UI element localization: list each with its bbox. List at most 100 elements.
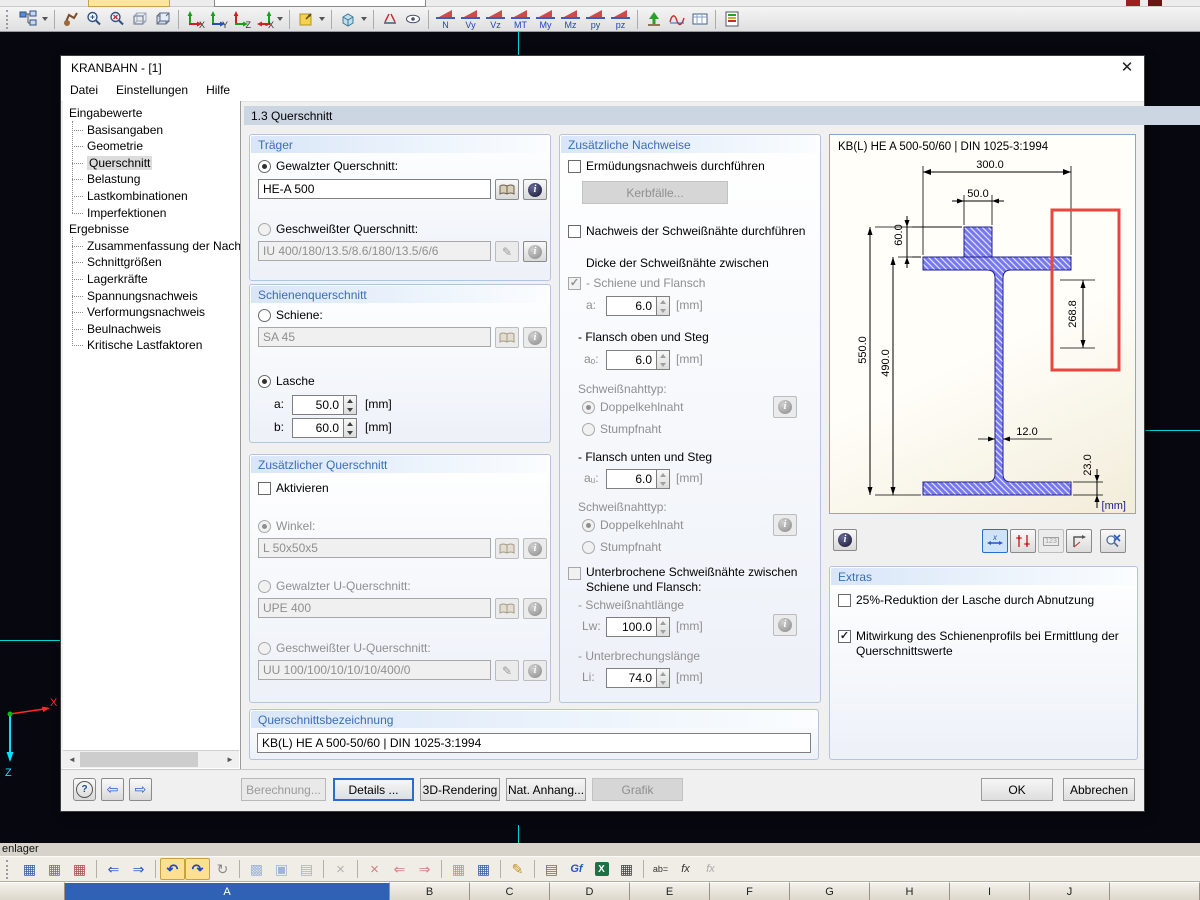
tree-item-imperfektionen[interactable]: Imperfektionen (63, 205, 240, 222)
select-table-icon[interactable]: ▦ (446, 858, 471, 880)
chevron-down-icon[interactable] (361, 17, 367, 21)
view-z-icon[interactable]: Z (229, 8, 252, 30)
view-table-icon[interactable]: ▦ (471, 858, 496, 880)
lasche-a-stepper[interactable] (344, 395, 357, 415)
rolled-section-radio[interactable] (258, 160, 271, 173)
scrollbar-thumb[interactable] (80, 752, 198, 767)
column-header-d[interactable]: D (550, 882, 630, 900)
weld-check-checkbox[interactable] (568, 225, 581, 238)
cancel-button[interactable]: Abbrechen (1063, 778, 1135, 801)
details-button[interactable]: Details ... (333, 778, 414, 801)
visibility-icon[interactable] (401, 8, 424, 30)
notebook-icon[interactable]: ▤ (539, 858, 564, 880)
tree-item-basisangaben[interactable]: Basisangaben (63, 122, 240, 139)
graph-export-icon[interactable]: Gf (564, 858, 589, 880)
abc-rename-icon[interactable]: ab= (648, 858, 673, 880)
table-window-title[interactable]: enlager (0, 843, 1200, 856)
tree-hscrollbar[interactable]: ◄ ► (63, 750, 239, 768)
result-py-icon[interactable]: py (583, 8, 608, 30)
column-header-i[interactable]: I (950, 882, 1030, 900)
undo-icon[interactable]: ↶ (160, 858, 185, 880)
3d-rendering-icon[interactable] (336, 8, 359, 30)
dimension-angle-button[interactable] (1066, 529, 1092, 553)
calculator-icon[interactable]: ▦ (614, 858, 639, 880)
view-minus-x-icon[interactable]: -X (252, 8, 275, 30)
view-x-icon[interactable]: X (183, 8, 206, 30)
rail-contribution-checkbox[interactable]: ✓ (838, 630, 851, 643)
tree-item-lastkombinationen[interactable]: Lastkombinationen (63, 188, 240, 205)
perspective-view-icon[interactable] (151, 8, 174, 30)
result-mz-icon[interactable]: Mz (558, 8, 583, 30)
result-vz-icon[interactable]: Vz (483, 8, 508, 30)
dialog-titlebar[interactable]: KRANBAHN - [1] ✕ (61, 56, 1144, 79)
column-header-f[interactable]: F (710, 882, 790, 900)
tree-item-verformungsnachweis[interactable]: Verformungsnachweis (63, 304, 240, 321)
lasche-a-field[interactable]: 50.0 (292, 395, 344, 415)
lasche-b-stepper[interactable] (344, 418, 357, 438)
redo-icon[interactable]: ↷ (185, 858, 210, 880)
tree-item-belastung[interactable]: Belastung (63, 171, 240, 188)
chevron-down-icon[interactable] (319, 17, 325, 21)
lasche-b-field[interactable]: 60.0 (292, 418, 344, 438)
corner-cell[interactable] (0, 882, 65, 900)
zoom-in-icon[interactable] (82, 8, 105, 30)
new-model-icon[interactable] (17, 8, 40, 30)
help-button[interactable]: ? (73, 778, 96, 801)
result-pz-icon[interactable]: pz (608, 8, 633, 30)
fatigue-checkbox[interactable] (568, 160, 581, 173)
tree-item-zusammenfassung[interactable]: Zusammenfassung der Nachweise (63, 238, 240, 255)
aktivieren-checkbox[interactable] (258, 482, 271, 495)
bezeichnung-field[interactable]: KB(L) HE A 500-50/60 | DIN 1025-3:1994 (257, 733, 811, 753)
tree-item-querschnitt[interactable]: Querschnitt (63, 155, 240, 172)
render-icon[interactable] (59, 8, 82, 30)
tree-root-eingabewerte[interactable]: Eingabewerte (63, 105, 240, 122)
column-header-a[interactable]: A (65, 882, 390, 900)
menu-einstellungen[interactable]: Einstellungen (107, 83, 197, 97)
reduction-checkbox[interactable] (838, 594, 851, 607)
rendering-button[interactable]: 3D-Rendering (420, 778, 500, 801)
column-header-e[interactable]: E (630, 882, 710, 900)
scroll-left-icon[interactable]: ◄ (64, 752, 80, 767)
tree-item-beulnachweis[interactable]: Beulnachweis (63, 321, 240, 338)
next-table-icon[interactable]: ⇒ (126, 858, 151, 880)
column-header-b[interactable]: B (390, 882, 470, 900)
dimension-vertical-button[interactable] (1010, 529, 1036, 553)
rolled-section-field[interactable]: HE-A 500 (258, 179, 491, 199)
ok-button[interactable]: OK (981, 778, 1053, 801)
nav-forward-button[interactable]: ⇨ (129, 778, 152, 801)
isometric-view-icon[interactable] (128, 8, 151, 30)
info-button[interactable]: i (833, 529, 857, 551)
tree-item-geometrie[interactable]: Geometrie (63, 138, 240, 155)
column-header-j[interactable]: J (1030, 882, 1110, 900)
toolbar-grip[interactable] (6, 10, 12, 29)
result-my-icon[interactable]: My (533, 8, 558, 30)
chevron-down-icon[interactable] (42, 17, 48, 21)
chevron-down-icon[interactable] (277, 17, 283, 21)
close-icon[interactable]: ✕ (1116, 58, 1138, 77)
column-header-c[interactable]: C (470, 882, 550, 900)
view-y-icon[interactable]: Y (206, 8, 229, 30)
lasche-radio[interactable] (258, 375, 271, 388)
support-icon[interactable] (642, 8, 665, 30)
tree-item-spannungsnachweis[interactable]: Spannungsnachweis (63, 288, 240, 305)
formula-icon[interactable]: fx (673, 858, 698, 880)
result-vy-icon[interactable]: Vy (458, 8, 483, 30)
tree-item-schnittgroessen[interactable]: Schnittgrößen (63, 254, 240, 271)
column-header-h[interactable]: H (870, 882, 950, 900)
result-mt-icon[interactable]: MT (508, 8, 533, 30)
edit-comment-icon[interactable]: ✎ (505, 858, 530, 880)
panel-icon[interactable] (720, 8, 743, 30)
prev-table-icon[interactable]: ⇐ (101, 858, 126, 880)
menu-hilfe[interactable]: Hilfe (197, 83, 239, 97)
column-header-g[interactable]: G (790, 882, 870, 900)
table-import-icon[interactable]: ▦ (17, 858, 42, 880)
tables-icon[interactable] (688, 8, 711, 30)
info-button[interactable]: i (523, 241, 547, 262)
selection-icon[interactable] (294, 8, 317, 30)
info-button[interactable]: i (523, 179, 547, 200)
zoom-section-button[interactable] (1100, 529, 1126, 553)
scroll-right-icon[interactable]: ► (222, 752, 238, 767)
welded-section-radio[interactable] (258, 223, 271, 236)
tree-item-lagerkraefte[interactable]: Lagerkräfte (63, 271, 240, 288)
tree-root-ergebnisse[interactable]: Ergebnisse (63, 221, 240, 238)
